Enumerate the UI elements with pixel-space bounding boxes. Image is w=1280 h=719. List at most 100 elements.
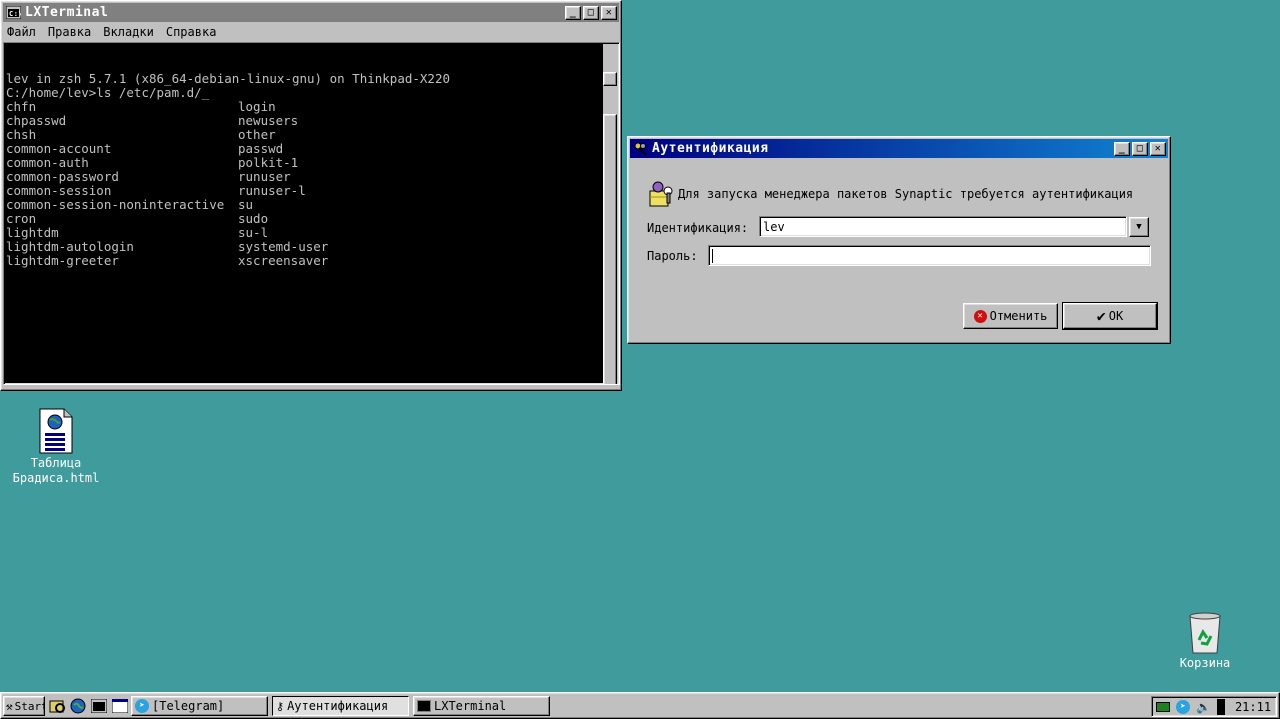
scroll-up-button[interactable]: ▲ xyxy=(603,72,617,86)
close-button[interactable]: ✕ xyxy=(1150,141,1166,156)
task-label: Аутентификация xyxy=(287,699,389,713)
terminal-line: lightdm su-l xyxy=(6,226,603,240)
package-lock-icon xyxy=(648,179,678,209)
terminal-text: common-auth xyxy=(6,155,89,170)
terminal-text: runuser xyxy=(238,169,291,184)
start-label: Start xyxy=(14,699,45,713)
volume-icon[interactable]: 🔈 xyxy=(1196,700,1211,714)
cancel-label: Отменить xyxy=(989,309,1048,323)
task-lxterminal[interactable]: LXTerminal xyxy=(413,696,550,716)
terminal-text: systemd-user xyxy=(238,239,329,254)
terminal-text: chpasswd xyxy=(6,113,67,128)
terminal-text: lightdm-autologin xyxy=(6,239,134,254)
system-tray: ➤ 🔈 21:11 xyxy=(1151,696,1277,717)
password-input[interactable] xyxy=(708,245,1151,266)
ok-button[interactable]: ✔ OK xyxy=(1062,302,1158,330)
terminal-text: lev in zsh 5.7.1 (x86_64-debian-linux-gn… xyxy=(6,71,451,86)
telegram-tray-icon[interactable]: ➤ xyxy=(1176,699,1190,714)
svg-text:C:\: C:\ xyxy=(9,10,21,18)
terminal-text: xscreensaver xyxy=(238,253,329,268)
html-file-icon xyxy=(38,408,74,454)
terminal-text: cron xyxy=(6,211,37,226)
start-button[interactable]: ⚒ Start xyxy=(3,696,45,716)
maximize-button[interactable]: □ xyxy=(1132,141,1148,156)
maximize-button[interactable]: □ xyxy=(583,5,599,20)
browser-icon[interactable] xyxy=(69,697,87,715)
terminal-window: C:\ LXTerminal _ □ ✕ Файл Правка Вкладки… xyxy=(0,0,622,391)
terminal-text: su xyxy=(238,197,254,212)
desktop-icon-label: Брадиса.html xyxy=(12,471,100,485)
terminal-text: sudo xyxy=(238,211,269,226)
terminal-line: lightdm-autologin systemd-user xyxy=(6,240,603,254)
terminal-text: common-password xyxy=(6,169,119,184)
terminal-text: lightdm-greeter xyxy=(6,253,119,268)
terminal-text: chfn xyxy=(6,99,37,114)
terminal-text: lightdm xyxy=(6,225,59,240)
identity-value: lev xyxy=(763,219,785,234)
terminal-title: LXTerminal xyxy=(25,5,109,20)
terminal-output[interactable]: lev in zsh 5.7.1 (x86_64-debian-linux-gn… xyxy=(3,42,620,385)
terminal-line: common-password runuser xyxy=(6,170,603,184)
minimize-button[interactable]: _ xyxy=(565,5,581,20)
scroll-thumb[interactable] xyxy=(603,114,617,384)
cancel-button[interactable]: ✕ Отменить xyxy=(963,303,1058,329)
terminal-text: other xyxy=(238,127,276,142)
terminal-text: chsh xyxy=(6,127,37,142)
terminal-titlebar[interactable]: C:\ LXTerminal _ □ ✕ xyxy=(3,3,619,22)
terminal-line: lightdm-greeter xscreensaver xyxy=(6,254,603,268)
identity-select[interactable]: lev xyxy=(759,216,1127,237)
terminal-text: polkit-1 xyxy=(238,155,299,170)
auth-dialog-titlebar[interactable]: Аутентификация _ □ ✕ xyxy=(630,139,1168,158)
clock[interactable]: 21:11 xyxy=(1235,700,1271,714)
desktop-icon-bradis-table[interactable]: Таблица Брадиса.html xyxy=(6,408,106,486)
battery-icon[interactable] xyxy=(1156,701,1170,712)
menu-file[interactable]: Файл xyxy=(7,25,36,39)
terminal-text: login xyxy=(238,99,276,114)
chevron-down-icon: ▼ xyxy=(1136,222,1142,232)
terminal-text: passwd xyxy=(238,141,284,156)
keys-icon xyxy=(632,142,648,156)
terminal-text: newusers xyxy=(238,113,299,128)
terminal-line: chsh other xyxy=(6,128,603,142)
terminal-line: chpasswd newusers xyxy=(6,114,603,128)
taskbar: ⚒ Start ➤ [Telegram] ⚷ Аутентификация LX… xyxy=(0,692,1280,719)
terminal-text: common-account xyxy=(6,141,112,156)
recycle-bin-icon xyxy=(1185,610,1225,654)
terminal-text: common-session-noninteractive xyxy=(6,197,225,212)
file-manager-icon[interactable] xyxy=(48,697,66,715)
task-auth-dialog[interactable]: ⚷ Аутентификация xyxy=(272,696,409,716)
vertical-scrollbar[interactable]: ▲ ▼ xyxy=(603,44,618,384)
identity-label: Идентификация: xyxy=(647,221,749,235)
terminal-line: lev in zsh 5.7.1 (x86_64-debian-linux-gn… xyxy=(6,72,603,86)
terminal-icon xyxy=(417,700,431,712)
password-label: Пароль: xyxy=(647,249,698,263)
desktop-icon-label: Корзина xyxy=(1179,656,1231,670)
close-button[interactable]: ✕ xyxy=(601,5,617,20)
terminal-text: C:/home/lev>ls /etc/pam.d/_ xyxy=(6,85,210,100)
terminal-line: chfn login xyxy=(6,100,603,114)
menu-edit[interactable]: Правка xyxy=(48,25,91,39)
terminal-menubar: Файл Правка Вкладки Справка xyxy=(3,22,619,42)
menu-tabs[interactable]: Вкладки xyxy=(103,25,154,39)
desktop-icon-label: Таблица xyxy=(30,456,82,470)
menu-help[interactable]: Справка xyxy=(166,25,217,39)
terminal-text: runuser-l xyxy=(238,183,306,198)
identity-dropdown-button[interactable]: ▼ xyxy=(1129,217,1149,237)
terminal-launcher-icon[interactable] xyxy=(90,697,108,715)
terminal-line: common-auth polkit-1 xyxy=(6,156,603,170)
indicator-icon[interactable] xyxy=(1216,698,1225,715)
text-cursor xyxy=(712,248,713,263)
terminal-text: common-session xyxy=(6,183,112,198)
telegram-icon: ➤ xyxy=(135,699,149,713)
desktop-icon-trash[interactable]: Корзина xyxy=(1165,610,1245,671)
terminal-line: common-account passwd xyxy=(6,142,603,156)
minimize-button[interactable]: _ xyxy=(1114,141,1130,156)
task-telegram[interactable]: ➤ [Telegram] xyxy=(131,696,268,716)
terminal-text: su-l xyxy=(238,225,269,240)
terminal-line: common-session-noninteractive su xyxy=(6,198,603,212)
checkmark-icon: ✔ xyxy=(1096,307,1106,325)
show-desktop-icon[interactable] xyxy=(111,697,129,715)
auth-dialog-title: Аутентификация xyxy=(652,141,769,156)
cancel-icon: ✕ xyxy=(973,309,987,323)
ok-label: OK xyxy=(1108,309,1124,323)
